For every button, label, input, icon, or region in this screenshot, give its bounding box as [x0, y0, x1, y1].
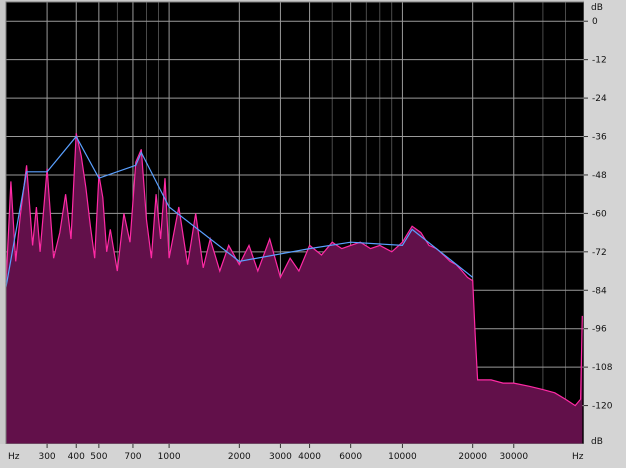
x-tick-label: 700 — [124, 452, 141, 462]
x-tick-label: 400 — [68, 452, 85, 462]
x-tick-label: 1000 — [158, 452, 181, 462]
x-unit-left: Hz — [8, 452, 20, 462]
y-tick-label: -96 — [592, 325, 607, 335]
x-tick-label: 300 — [38, 452, 55, 462]
y-tick-label: -60 — [592, 209, 607, 219]
y-tick-label: -72 — [592, 248, 607, 258]
y-axis-bar — [584, 0, 626, 468]
spectrum-window: 300 400 500 700 1000 2000 3000 4000 6000 10000 200… — [0, 0, 626, 468]
y-tick-label: -108 — [592, 363, 613, 373]
y-tick-label: -12 — [592, 56, 607, 66]
y-tick-label: -24 — [592, 94, 607, 104]
y-tick-label: -120 — [592, 402, 613, 412]
x-tick-label: 4000 — [298, 452, 321, 462]
x-tick-label: 500 — [90, 452, 107, 462]
x-unit-right: Hz — [572, 452, 584, 462]
y-tick-label: -36 — [592, 133, 607, 143]
y-tick-label: -84 — [592, 286, 607, 296]
x-tick-label: 6000 — [339, 452, 362, 462]
spectrum-chart: 300 400 500 700 1000 2000 3000 4000 6000 10000 200… — [0, 0, 626, 468]
x-tick-label: 30000 — [499, 452, 528, 462]
y-tick-label: -48 — [592, 171, 607, 181]
x-tick-label: 3000 — [269, 452, 292, 462]
x-tick-label: 2000 — [228, 452, 251, 462]
x-tick-label: 20000 — [458, 452, 487, 462]
y-unit-top: dB — [591, 3, 603, 13]
y-tick-label: 0 — [592, 17, 598, 27]
x-tick-label: 10000 — [388, 452, 417, 462]
y-unit-bottom: dB — [591, 437, 603, 447]
